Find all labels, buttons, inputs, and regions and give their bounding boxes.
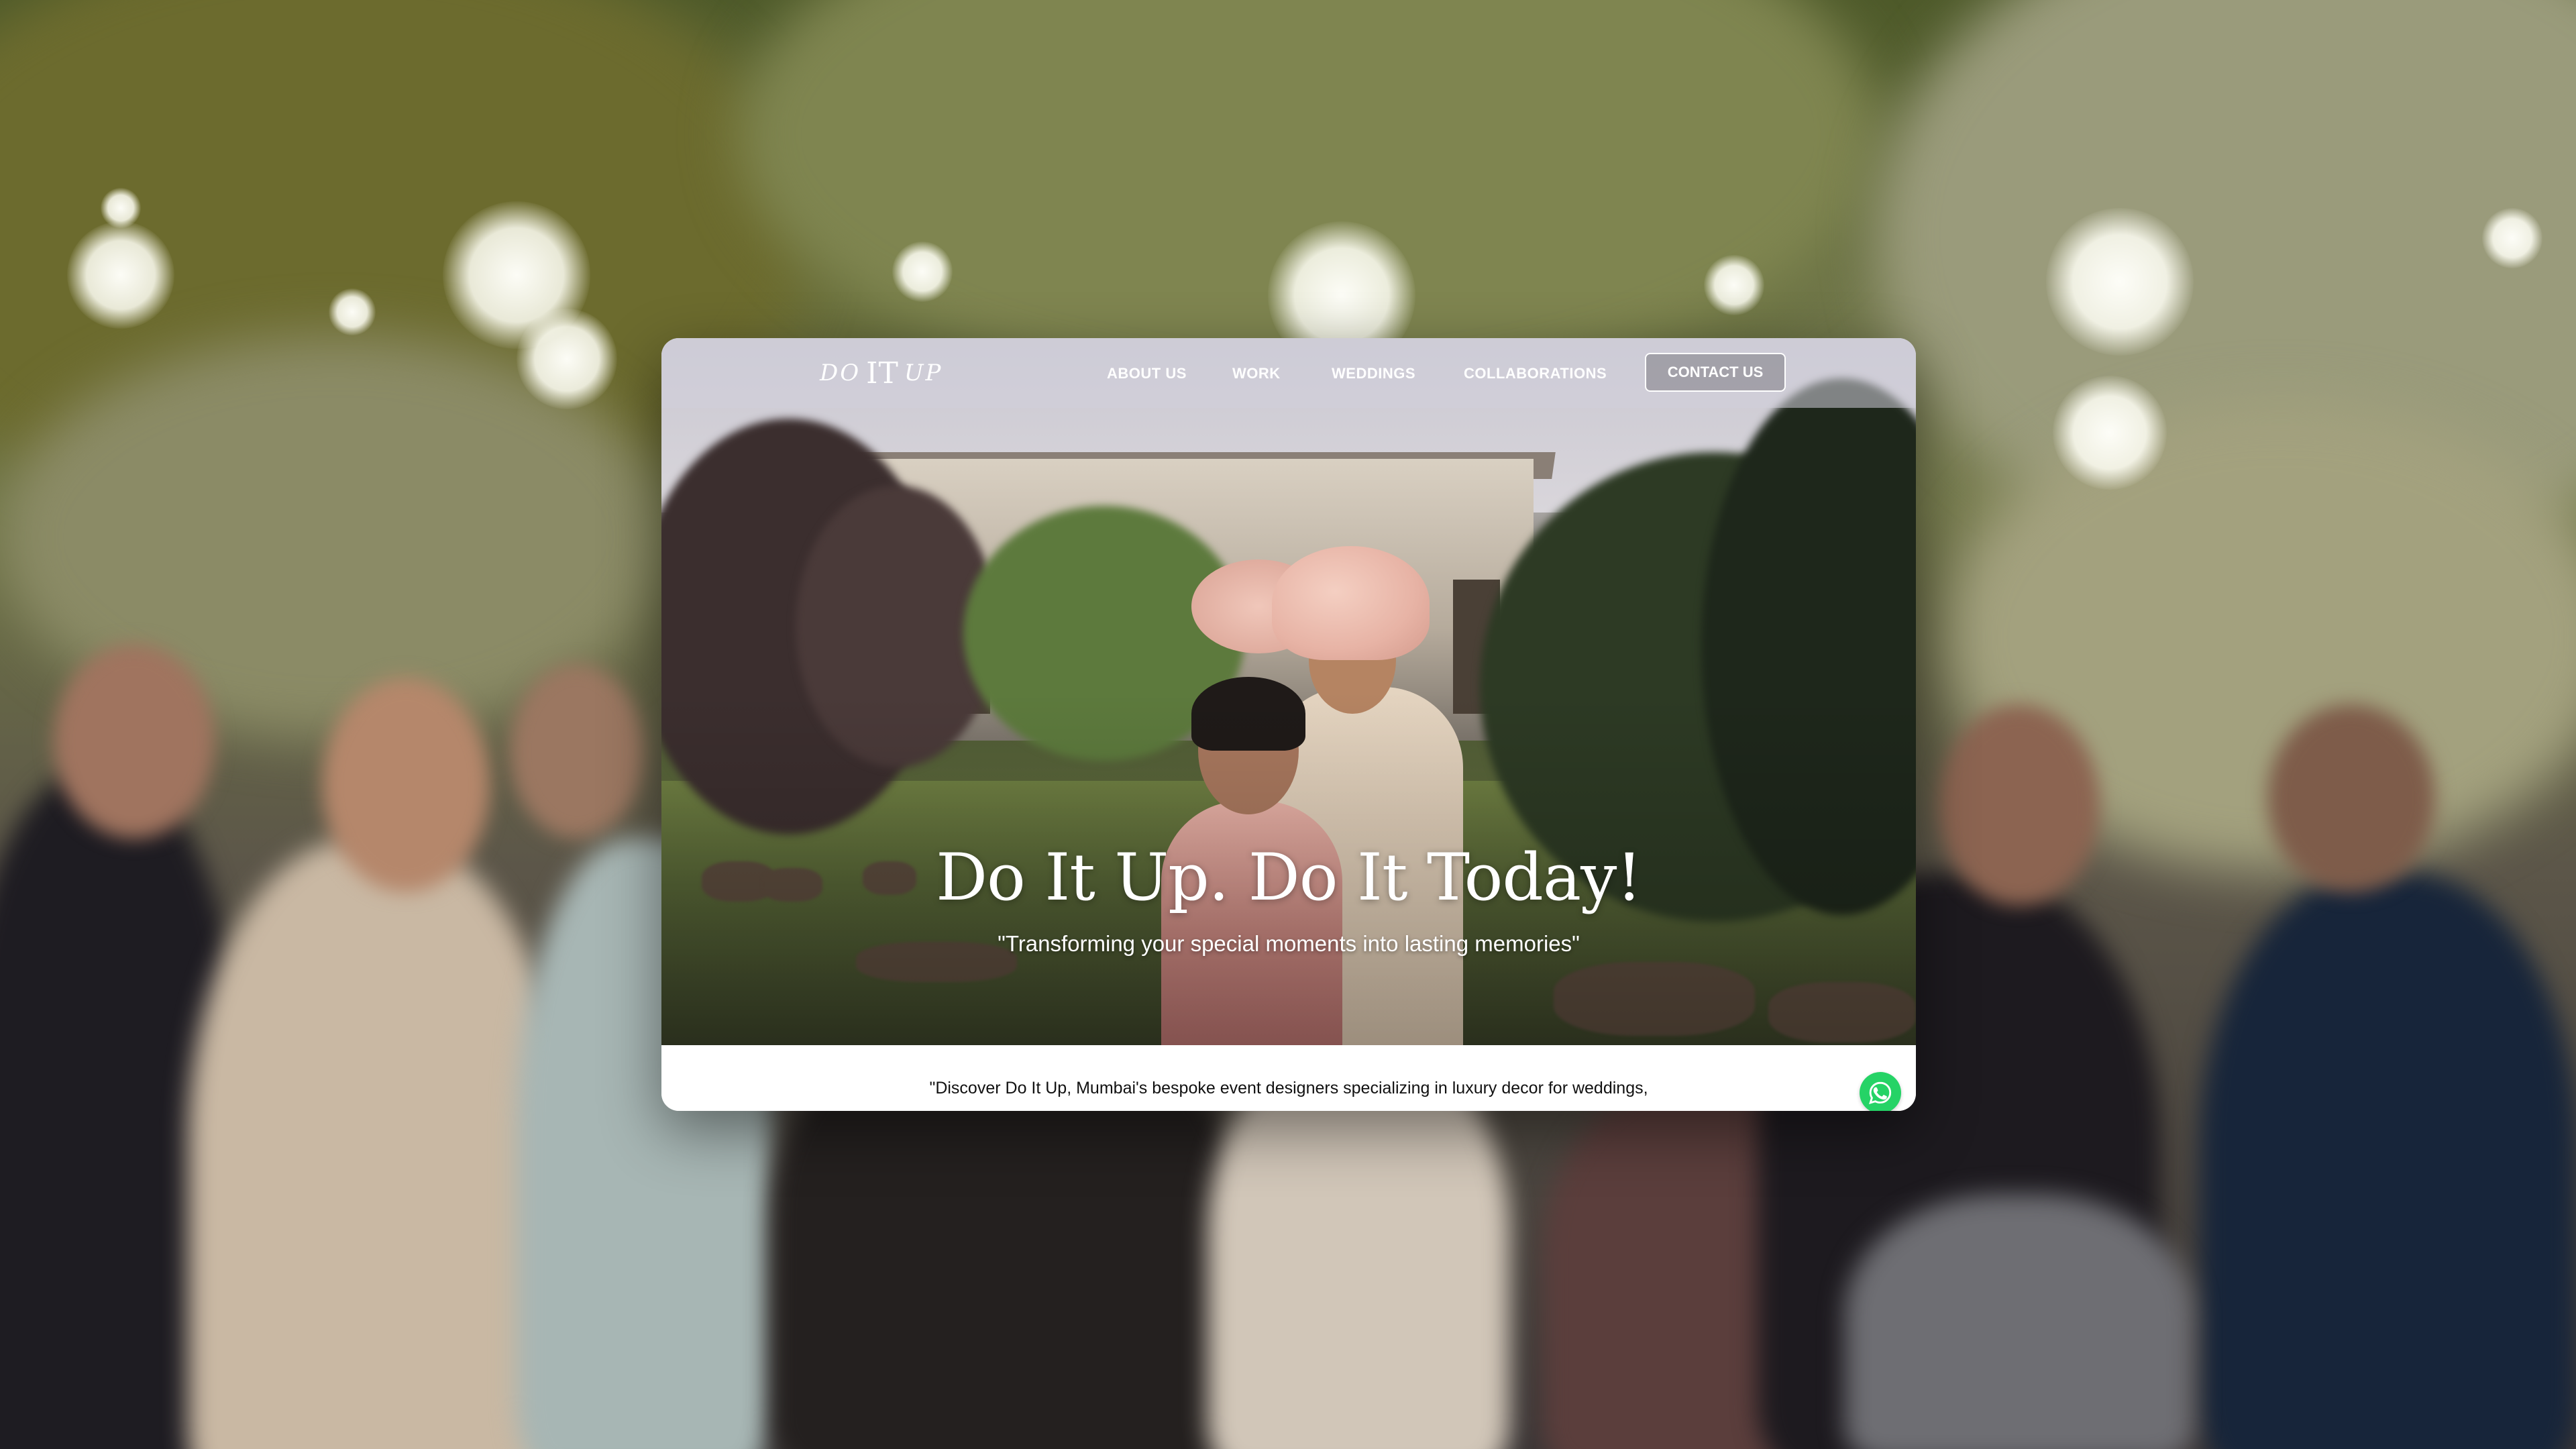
nav-link-about-us[interactable]: ABOUT US [1107,365,1187,382]
intro-section: "Discover Do It Up, Mumbai's bespoke eve… [661,1045,1916,1111]
whatsapp-button[interactable] [1860,1072,1901,1111]
hero-section: Do It Up. Do It Today! "Transforming you… [661,338,1916,1045]
hero-subtitle: "Transforming your special moments into … [998,931,1580,956]
hero-title: Do It Up. Do It Today! [936,840,1642,915]
whatsapp-icon [1868,1080,1893,1106]
nav-link-collaborations[interactable]: COLLABORATIONS [1464,365,1607,382]
intro-text: "Discover Do It Up, Mumbai's bespoke eve… [929,1079,1648,1097]
nav-link-weddings[interactable]: WEDDINGS [1332,365,1415,382]
top-navigation: DO IT UP ABOUT US WORK WEDDINGS COLLABOR… [661,338,1916,408]
website-window: Do It Up. Do It Today! "Transforming you… [661,338,1916,1111]
contact-us-button[interactable]: CONTACT US [1645,353,1786,392]
nav-link-work[interactable]: WORK [1232,365,1281,382]
